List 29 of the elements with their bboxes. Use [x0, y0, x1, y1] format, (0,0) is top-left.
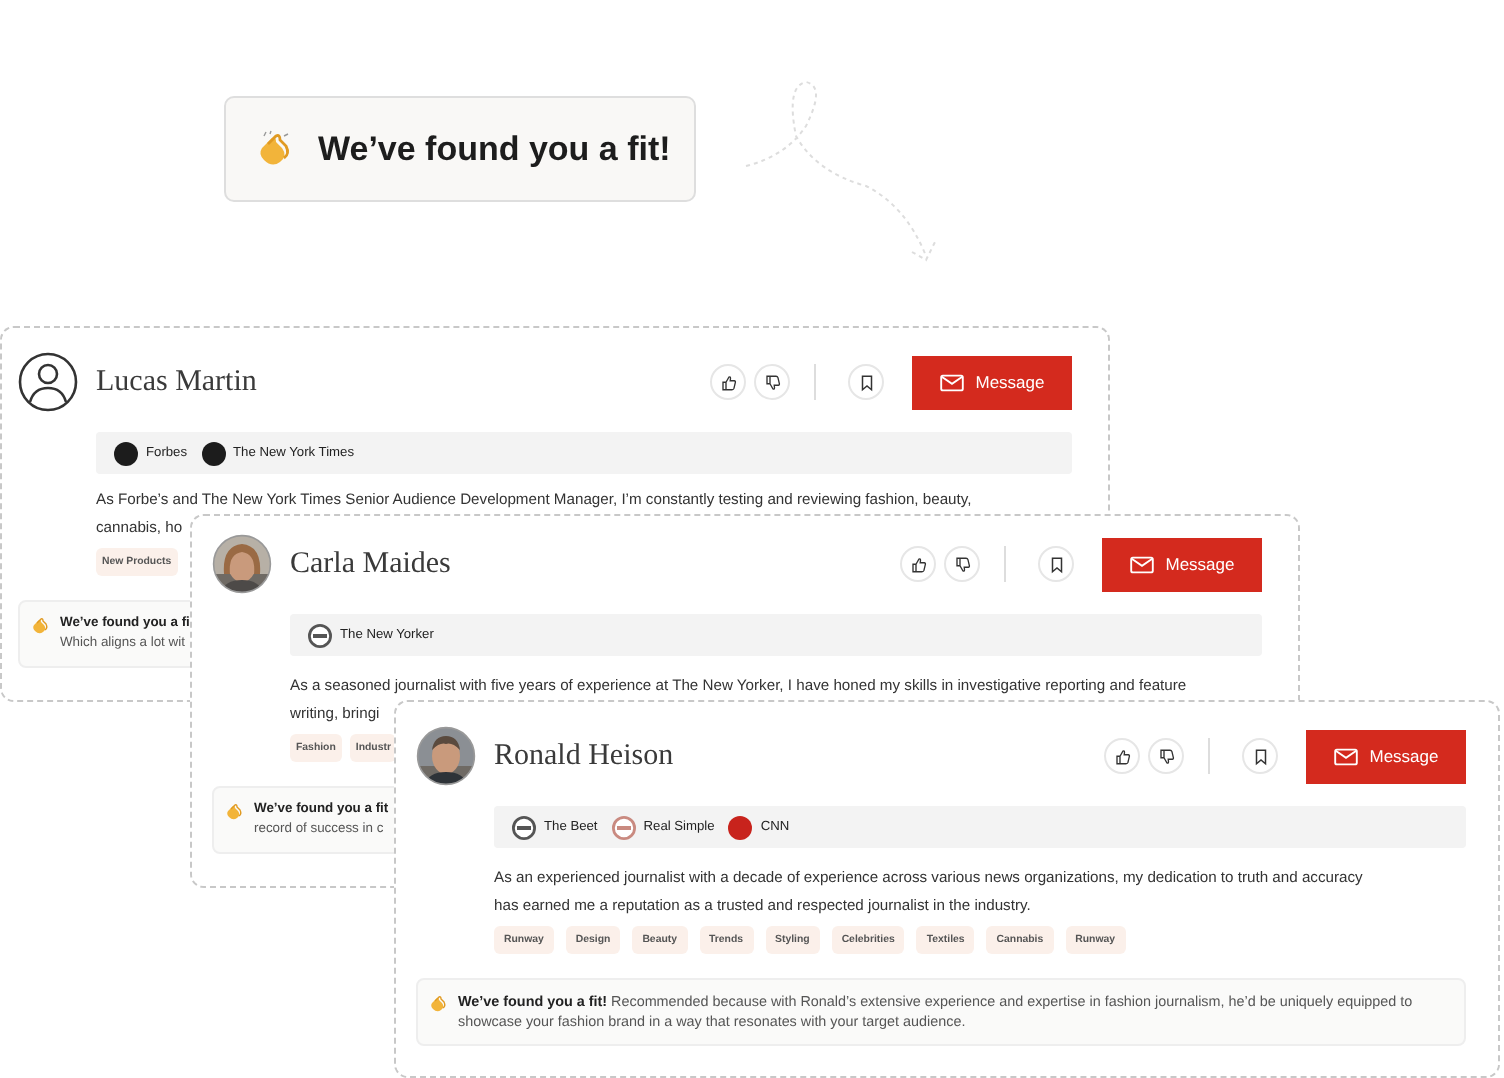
message-button[interactable]: Message: [1102, 537, 1262, 591]
banner-title: We’ve found you a fit!: [318, 129, 671, 169]
thumbs-down-icon: [953, 555, 971, 573]
envelope-icon: [1129, 555, 1154, 573]
thumbs-up-icon: [909, 555, 927, 573]
user-avatar-icon: [18, 352, 78, 412]
thumbs-up-icon: [719, 373, 737, 391]
bookmark-button[interactable]: [1038, 546, 1074, 582]
thumbs-down-icon: [1157, 747, 1175, 765]
bookmark-button[interactable]: [1242, 738, 1278, 774]
bookmark-button[interactable]: [848, 364, 884, 400]
envelope-icon: [939, 373, 964, 391]
bookmark-icon: [857, 373, 875, 391]
bookmark-icon: [1047, 555, 1065, 573]
thumbs-up-button[interactable]: [900, 546, 936, 582]
message-button[interactable]: Message: [912, 355, 1072, 409]
thumbs-down-button[interactable]: [944, 546, 980, 582]
thumbs-down-button[interactable]: [1148, 738, 1184, 774]
thumbs-up-icon: [1113, 747, 1131, 765]
journalist-name: Lucas Martin: [96, 365, 257, 399]
thumbs-up-button[interactable]: [1104, 738, 1140, 774]
bookmark-icon: [1251, 747, 1269, 765]
thumbs-down-button[interactable]: [754, 364, 790, 400]
message-button[interactable]: Message: [1306, 729, 1466, 783]
thumbs-down-icon: [763, 373, 781, 391]
envelope-icon: [1333, 747, 1358, 765]
journalist-name: Ronald Heison: [494, 739, 674, 773]
journalist-name: Carla Maides: [290, 547, 451, 581]
thumbs-up-button[interactable]: [710, 364, 746, 400]
